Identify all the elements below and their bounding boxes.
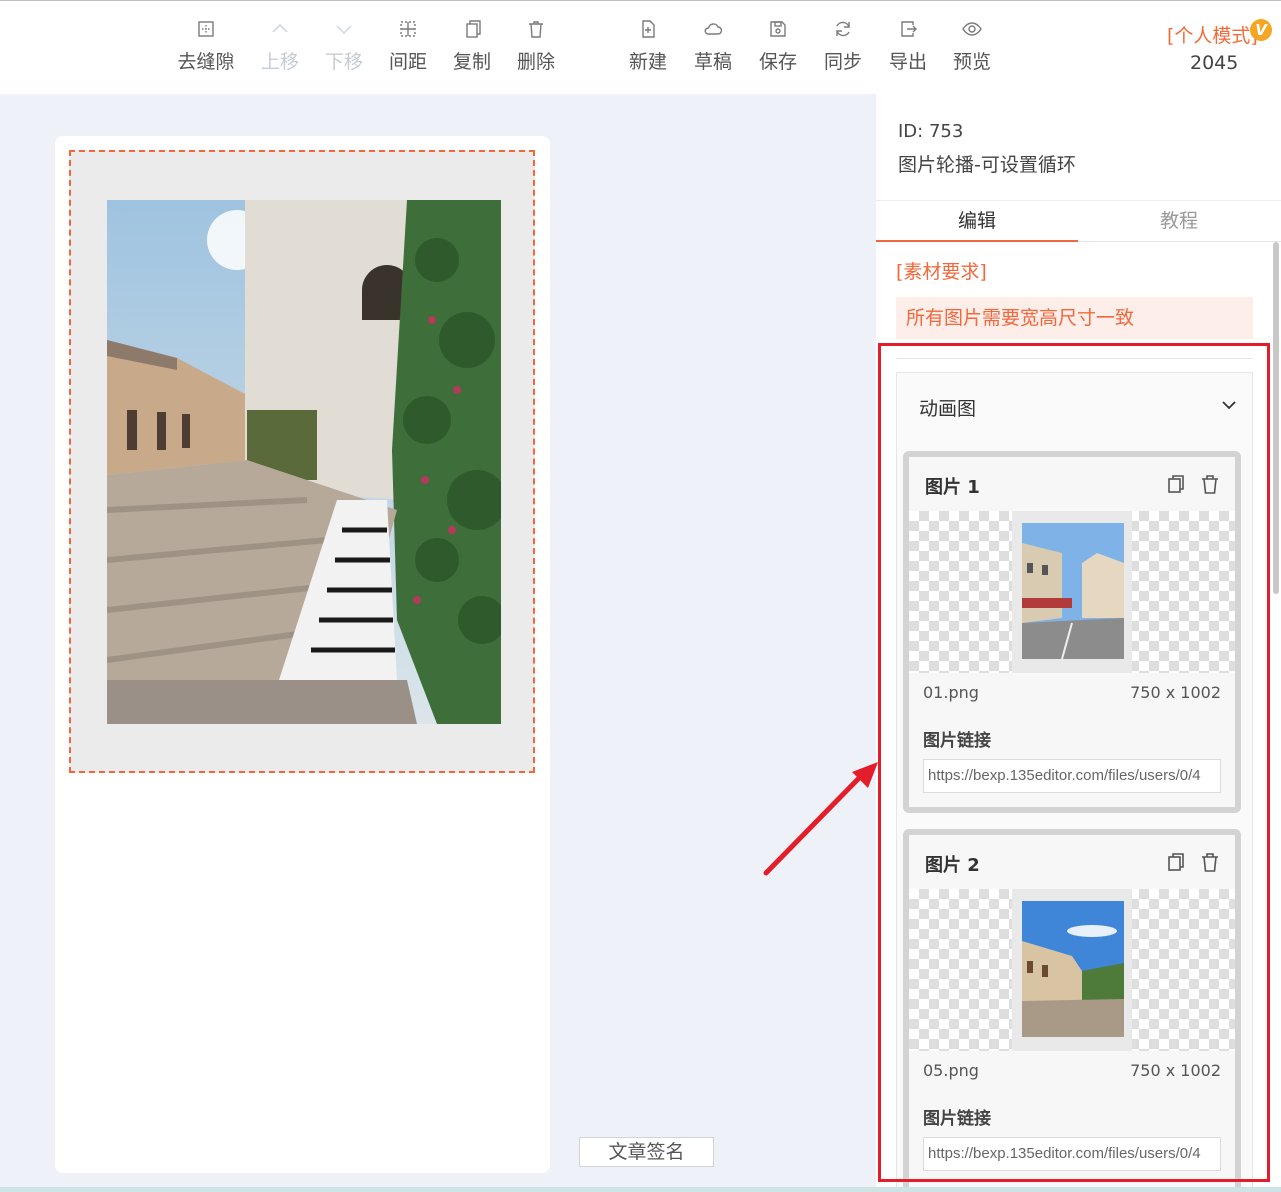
- cloud-icon: [678, 19, 748, 45]
- remove-gap-button[interactable]: 去缝隙: [171, 19, 241, 79]
- new-file-icon: [613, 19, 683, 45]
- requirement-notice: 所有图片需要宽高尺寸一致: [896, 297, 1253, 339]
- points-count: 2045: [1190, 52, 1239, 74]
- selected-carousel-block[interactable]: [69, 150, 535, 773]
- bottom-border: [0, 1187, 1281, 1192]
- chevron-up-icon: [245, 19, 315, 45]
- carousel-photo: [107, 200, 501, 724]
- panel-scrollbar[interactable]: [1273, 242, 1279, 594]
- move-up-button[interactable]: 上移: [245, 19, 315, 79]
- save-button[interactable]: 保存: [743, 19, 813, 79]
- article-signature-button[interactable]: 文章签名: [579, 1137, 714, 1167]
- sync-button[interactable]: 同步: [808, 19, 878, 79]
- sync-icon: [808, 19, 878, 45]
- export-button[interactable]: 导出: [873, 19, 943, 79]
- trash-icon: [501, 19, 571, 45]
- toolbar: 去缝隙 上移 下移 间距 复制 删除 新建 草稿 保存 同步 导出 预览 [个人…: [0, 0, 1281, 94]
- editor-canvas: 文章签名: [0, 94, 876, 1188]
- spacing-button[interactable]: 间距: [373, 19, 443, 79]
- copy-icon: [437, 19, 507, 45]
- export-icon: [873, 19, 943, 45]
- preview-button[interactable]: 预览: [937, 19, 1007, 79]
- panel-tabs: 编辑 教程: [876, 200, 1281, 242]
- copy-button[interactable]: 复制: [437, 19, 507, 79]
- save-icon: [743, 19, 813, 45]
- spacing-icon: [373, 19, 443, 45]
- delete-button[interactable]: 删除: [501, 19, 571, 79]
- vip-badge-icon[interactable]: V: [1250, 19, 1272, 41]
- annotation-highlight-box: [878, 343, 1270, 1182]
- requirement-title: [素材要求]: [896, 261, 987, 283]
- personal-mode-link[interactable]: [个人模式]: [1167, 21, 1258, 48]
- new-button[interactable]: 新建: [613, 19, 683, 79]
- chevron-down-icon: [309, 19, 379, 45]
- eye-icon: [937, 19, 1007, 45]
- template-id: ID: 753: [898, 121, 964, 142]
- tab-edit[interactable]: 编辑: [876, 201, 1078, 242]
- move-down-button[interactable]: 下移: [309, 19, 379, 79]
- draft-button[interactable]: 草稿: [678, 19, 748, 79]
- article-card: [55, 136, 550, 1173]
- grid-icon: [171, 19, 241, 45]
- template-name: 图片轮播-可设置循环: [898, 154, 1076, 176]
- tab-tutorial[interactable]: 教程: [1078, 201, 1280, 242]
